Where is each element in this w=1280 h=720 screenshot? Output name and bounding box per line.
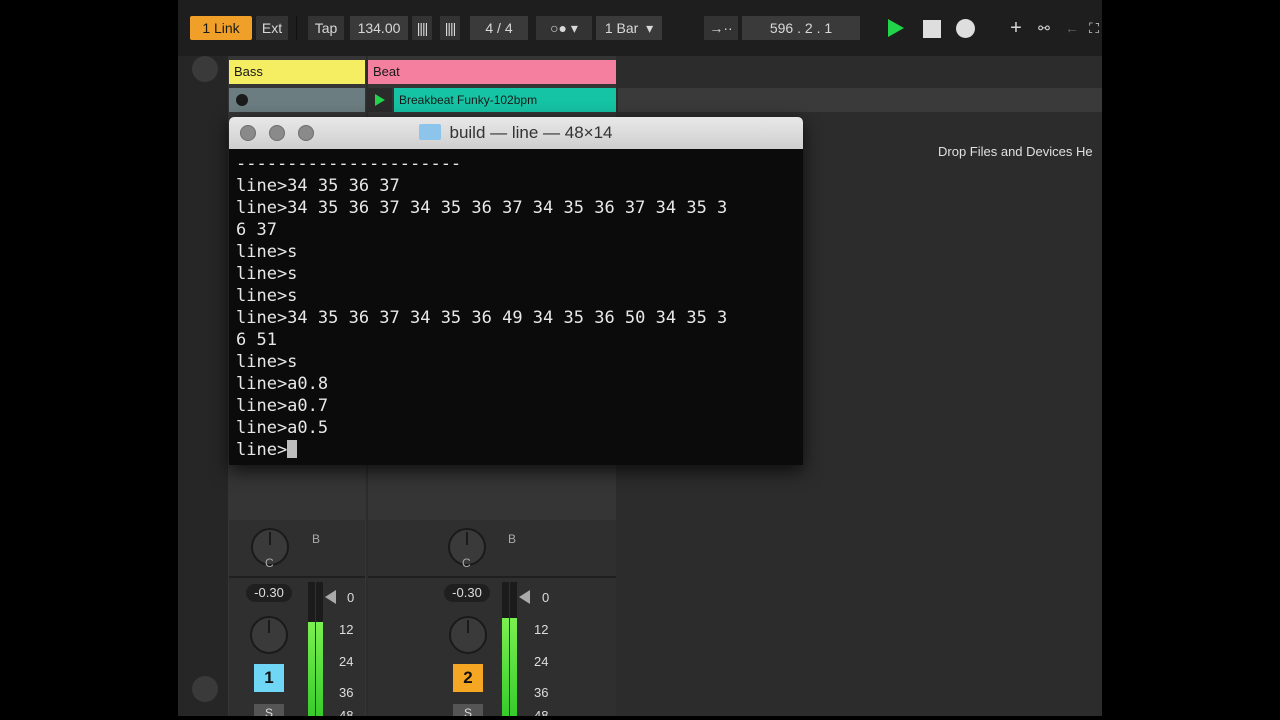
terminal-line: line>s xyxy=(236,242,298,262)
terminal-line: line>34 35 36 37 xyxy=(236,176,400,196)
terminal-line: line>34 35 36 37 34 35 36 49 34 35 36 50… xyxy=(236,308,728,328)
mixer-channel-1: C B -0.30 1 S 0 12 24 36 48 60 xyxy=(229,520,365,716)
scale-48: 48 xyxy=(339,708,354,716)
terminal-prompt-line[interactable]: line> xyxy=(236,439,800,461)
terminal-title-text: build — line — 48×14 xyxy=(449,123,613,142)
record-icon[interactable] xyxy=(956,19,975,38)
terminal-window[interactable]: build — line — 48×14 -------------------… xyxy=(229,117,803,465)
time-signature[interactable]: 4 / 4 xyxy=(470,16,528,40)
volume-value[interactable]: -0.30 xyxy=(246,584,292,602)
divider xyxy=(368,576,616,578)
terminal-line: line>s xyxy=(236,264,298,284)
terminal-line: line>a0.7 xyxy=(236,396,329,416)
solo-button[interactable]: S xyxy=(254,704,284,716)
track-title-bass[interactable]: Bass xyxy=(229,60,365,84)
scale-36: 36 xyxy=(534,685,549,700)
fader-handle-icon[interactable] xyxy=(519,590,530,604)
drop-hint: Drop Files and Devices He xyxy=(938,144,1093,159)
scale-36: 36 xyxy=(339,685,354,700)
scale-24: 24 xyxy=(534,654,549,669)
signature-separator: / xyxy=(497,20,501,36)
clip-row-empty xyxy=(618,88,1102,112)
follow-icon[interactable]: →·· xyxy=(704,16,738,40)
level-meter-left xyxy=(502,582,509,716)
level-meter-left xyxy=(308,582,315,716)
scale-12: 12 xyxy=(339,622,354,637)
terminal-line: line>s xyxy=(236,352,298,372)
clip-launch-button[interactable] xyxy=(368,88,392,112)
add-icon[interactable]: + xyxy=(1006,16,1026,40)
track-activator-1[interactable]: 1 xyxy=(254,664,284,692)
terminal-line: 6 51 xyxy=(236,330,277,350)
clip-slot-bass[interactable] xyxy=(229,88,365,112)
clip-breakbeat[interactable]: Breakbeat Funky-102bpm xyxy=(394,88,616,112)
scale-0: 0 xyxy=(542,590,550,605)
folder-icon xyxy=(419,124,442,140)
send-label-c: C xyxy=(265,556,274,570)
signature-denominator: 4 xyxy=(504,20,513,36)
terminal-line: line>a0.5 xyxy=(236,418,329,438)
signature-numerator: 4 xyxy=(485,20,494,36)
back-arrow-icon[interactable]: ← xyxy=(1062,16,1082,40)
chevron-down-icon: ▾ xyxy=(642,20,654,36)
nudge-down-icon[interactable]: |||| xyxy=(412,16,432,40)
scale-12: 12 xyxy=(534,622,549,637)
solo-button[interactable]: S xyxy=(453,704,483,716)
left-column xyxy=(178,56,228,716)
terminal-line: ---------------------- xyxy=(236,154,462,174)
mixer-channel-2: C B -0.30 2 S 0 12 24 36 48 60 xyxy=(368,520,616,716)
clip-play-icon xyxy=(375,94,385,106)
divider xyxy=(296,16,297,40)
record-arm-icon[interactable] xyxy=(236,94,248,106)
metronome-icon[interactable]: ○● ▾ xyxy=(536,16,592,40)
play-icon[interactable] xyxy=(888,19,904,37)
send-label-c: C xyxy=(462,556,471,570)
terminal-line: line>s xyxy=(236,286,298,306)
terminal-line: line>34 35 36 37 34 35 36 37 34 35 36 37… xyxy=(236,198,728,218)
level-meter-right xyxy=(510,582,517,716)
stop-icon[interactable] xyxy=(923,20,941,38)
volume-value[interactable]: -0.30 xyxy=(444,584,490,602)
nudge-up-icon[interactable]: |||| xyxy=(440,16,460,40)
scale-48: 48 xyxy=(534,708,549,716)
ext-button[interactable]: Ext xyxy=(256,16,288,40)
track-title-beat[interactable]: Beat xyxy=(368,60,616,84)
send-label-b: B xyxy=(508,532,517,546)
tempo-field[interactable]: 134.00 xyxy=(350,16,408,40)
terminal-output[interactable]: ---------------------- line>34 35 36 37 li… xyxy=(236,153,800,461)
transport-bar: 1 Link Ext Tap 134.00 |||| |||| 4 / 4 ○●… xyxy=(178,0,1102,56)
terminal-line: 6 37 xyxy=(236,220,277,240)
scale-24: 24 xyxy=(339,654,354,669)
terminal-line: line>a0.8 xyxy=(236,374,329,394)
expand-icon[interactable]: ⛶ xyxy=(1086,16,1102,40)
terminal-prompt: line> xyxy=(236,440,288,460)
wave-icon[interactable] xyxy=(192,676,218,702)
arrangement-position[interactable]: 596 . 2 . 1 xyxy=(742,16,860,40)
send-label-b: B xyxy=(312,532,321,546)
link-button[interactable]: 1 Link xyxy=(190,16,252,40)
pan-knob[interactable] xyxy=(250,616,288,654)
text-cursor xyxy=(287,440,298,458)
collapse-icon[interactable] xyxy=(192,56,218,82)
pan-knob[interactable] xyxy=(449,616,487,654)
tap-button[interactable]: Tap xyxy=(308,16,344,40)
fader-handle-icon[interactable] xyxy=(325,590,336,604)
terminal-title: build — line — 48×14 xyxy=(229,117,803,149)
automation-icon[interactable]: ⚯ xyxy=(1033,16,1055,40)
quantize-menu[interactable]: 1 Bar ▾ xyxy=(596,16,662,40)
level-meter-right xyxy=(316,582,323,716)
scale-0: 0 xyxy=(347,590,355,605)
quantize-value: 1 Bar xyxy=(604,20,639,36)
divider xyxy=(229,576,365,578)
track-activator-2[interactable]: 2 xyxy=(453,664,483,692)
terminal-titlebar[interactable]: build — line — 48×14 xyxy=(229,117,803,149)
